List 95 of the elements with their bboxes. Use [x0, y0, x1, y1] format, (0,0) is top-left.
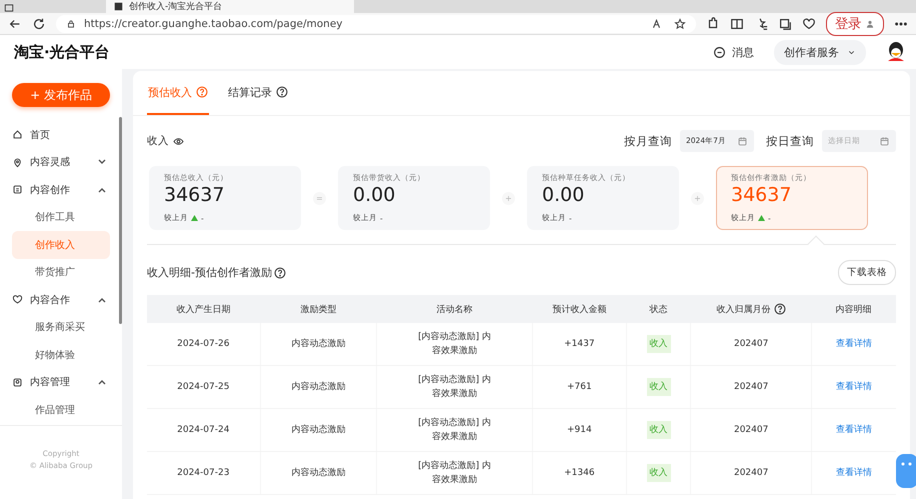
- favicon-icon: [114, 2, 123, 11]
- nav-item[interactable]: 内容灵感: [0, 148, 122, 176]
- table-cell: 2024-07-26: [147, 323, 260, 366]
- nav-item[interactable]: 首页: [0, 121, 122, 148]
- message-icon: [713, 46, 726, 58]
- table-cell: 2024-07-24: [147, 408, 260, 452]
- table-cell: 内容动态激励: [260, 366, 377, 408]
- lock-icon: [66, 18, 76, 28]
- tab[interactable]: 结算记录: [227, 71, 289, 115]
- logo[interactable]: 淘宝·光合平台: [14, 42, 110, 62]
- nav-item[interactable]: 内容创作: [0, 176, 122, 204]
- column-header: 激励类型: [260, 295, 377, 323]
- status-tag: 收入: [646, 378, 671, 396]
- table-cell: 内容动态激励: [260, 408, 377, 452]
- calendar-icon: [879, 136, 890, 146]
- nav-subitem[interactable]: 带货推广: [12, 258, 110, 286]
- table-cell-text: [内容动态激励] 内容效果激励: [417, 416, 492, 444]
- nav-item[interactable]: 内容合作: [0, 286, 122, 314]
- column-header: 活动名称: [376, 295, 532, 323]
- section-title: 收入明细-预估创作者激励: [147, 265, 272, 280]
- card-value: 34637: [164, 184, 226, 207]
- table-cell: +914: [532, 408, 626, 452]
- extension-icon: [706, 16, 720, 30]
- table-cell-text: [内容动态激励] 内容效果激励: [417, 460, 492, 487]
- caret-down-icon[interactable]: [98, 159, 106, 166]
- card-value: 34637: [731, 184, 792, 207]
- avatar-icon[interactable]: [886, 41, 906, 63]
- eye-icon: [173, 136, 184, 146]
- table-cell: 202407: [690, 323, 812, 366]
- table-cell: 内容动态激励: [260, 452, 377, 494]
- view-details-link[interactable]: 查看详情: [836, 382, 872, 392]
- view-details-link[interactable]: 查看详情: [836, 425, 872, 435]
- caret-up-icon[interactable]: [98, 186, 106, 193]
- reload-icon: [32, 16, 46, 30]
- table-cell: 202407: [690, 366, 812, 408]
- nav-icon: [12, 156, 23, 168]
- address-bar[interactable]: https://creator.guanghe.taobao.com/page/money: [56, 14, 696, 32]
- table-cell: +761: [532, 366, 626, 408]
- table-cell: 2024-07-25: [147, 366, 260, 408]
- login-button[interactable]: 登录: [826, 12, 884, 36]
- assistant-robot-icon[interactable]: [894, 454, 916, 488]
- table-cell: +1437: [532, 323, 626, 366]
- table-cell-text: [内容动态激励] 内容效果激励: [417, 330, 492, 358]
- heart-icon: [802, 16, 816, 30]
- nav-subitem[interactable]: 作品管理: [12, 396, 110, 424]
- user-icon: [865, 18, 875, 28]
- table-cell: +1346: [532, 452, 626, 494]
- column-header: 内容明细: [811, 295, 896, 323]
- table-cell: 内容动态激励: [260, 323, 377, 366]
- help-icon: [276, 86, 288, 98]
- messages-link[interactable]: 消息: [713, 44, 754, 60]
- operator-sign: =: [313, 192, 326, 204]
- collections-icon: [778, 16, 792, 30]
- column-header: 收入产生日期: [147, 295, 260, 323]
- split-icon: [730, 16, 744, 30]
- status-tag: 收入: [646, 335, 671, 353]
- nav-subitem[interactable]: 服务商采买: [12, 314, 110, 341]
- url-text: https://creator.guanghe.taobao.com/page/money: [84, 18, 343, 30]
- creator-services-dropdown[interactable]: 创作者服务: [774, 40, 866, 64]
- operator-sign: +: [502, 192, 515, 204]
- help-icon: [196, 86, 208, 98]
- column-header: 收入归属月份: [690, 295, 812, 323]
- view-details-link[interactable]: 查看详情: [836, 468, 872, 478]
- nav-subitem[interactable]: 创作工具: [12, 204, 110, 231]
- caret-up-icon[interactable]: [98, 296, 106, 303]
- caret-up-icon[interactable]: [98, 379, 106, 386]
- table-cell-text: [内容动态激励] 内容效果激励: [417, 374, 492, 401]
- table-cell: 202407: [690, 408, 812, 452]
- view-details-link[interactable]: 查看详情: [836, 339, 872, 349]
- month-query-label: 按月查询: [624, 134, 672, 148]
- nav-icon: [12, 294, 23, 306]
- favorite-icon: [674, 18, 686, 30]
- calendar-icon: [737, 136, 748, 146]
- scrollbar[interactable]: [119, 117, 122, 324]
- download-button[interactable]: 下载表格: [838, 260, 896, 285]
- card-value: 0.00: [353, 184, 396, 207]
- operator-sign: +: [691, 192, 704, 204]
- nav-icon: [12, 376, 23, 388]
- status-tag: 收入: [646, 464, 671, 482]
- status-tag: 收入: [646, 421, 671, 439]
- window-icon: [4, 3, 14, 13]
- browser-tab[interactable]: 创作收入-淘宝光合平台: [106, 0, 354, 13]
- nav-subitem[interactable]: 好物体验: [12, 341, 110, 368]
- nav-item[interactable]: 内容管理: [0, 368, 122, 396]
- column-header: 预计收入金额: [532, 295, 626, 323]
- card-value: 0.00: [542, 184, 586, 207]
- help-icon: [274, 266, 286, 278]
- table-cell: 2024-07-23: [147, 452, 260, 494]
- table-cell: 202407: [690, 452, 812, 494]
- column-header: 状态: [626, 295, 691, 323]
- help-icon: [774, 303, 786, 315]
- nav-icon: [12, 129, 23, 140]
- day-query-label: 按日查询: [766, 134, 814, 148]
- income-label: 收入: [147, 134, 169, 148]
- nav-icon: [12, 184, 23, 196]
